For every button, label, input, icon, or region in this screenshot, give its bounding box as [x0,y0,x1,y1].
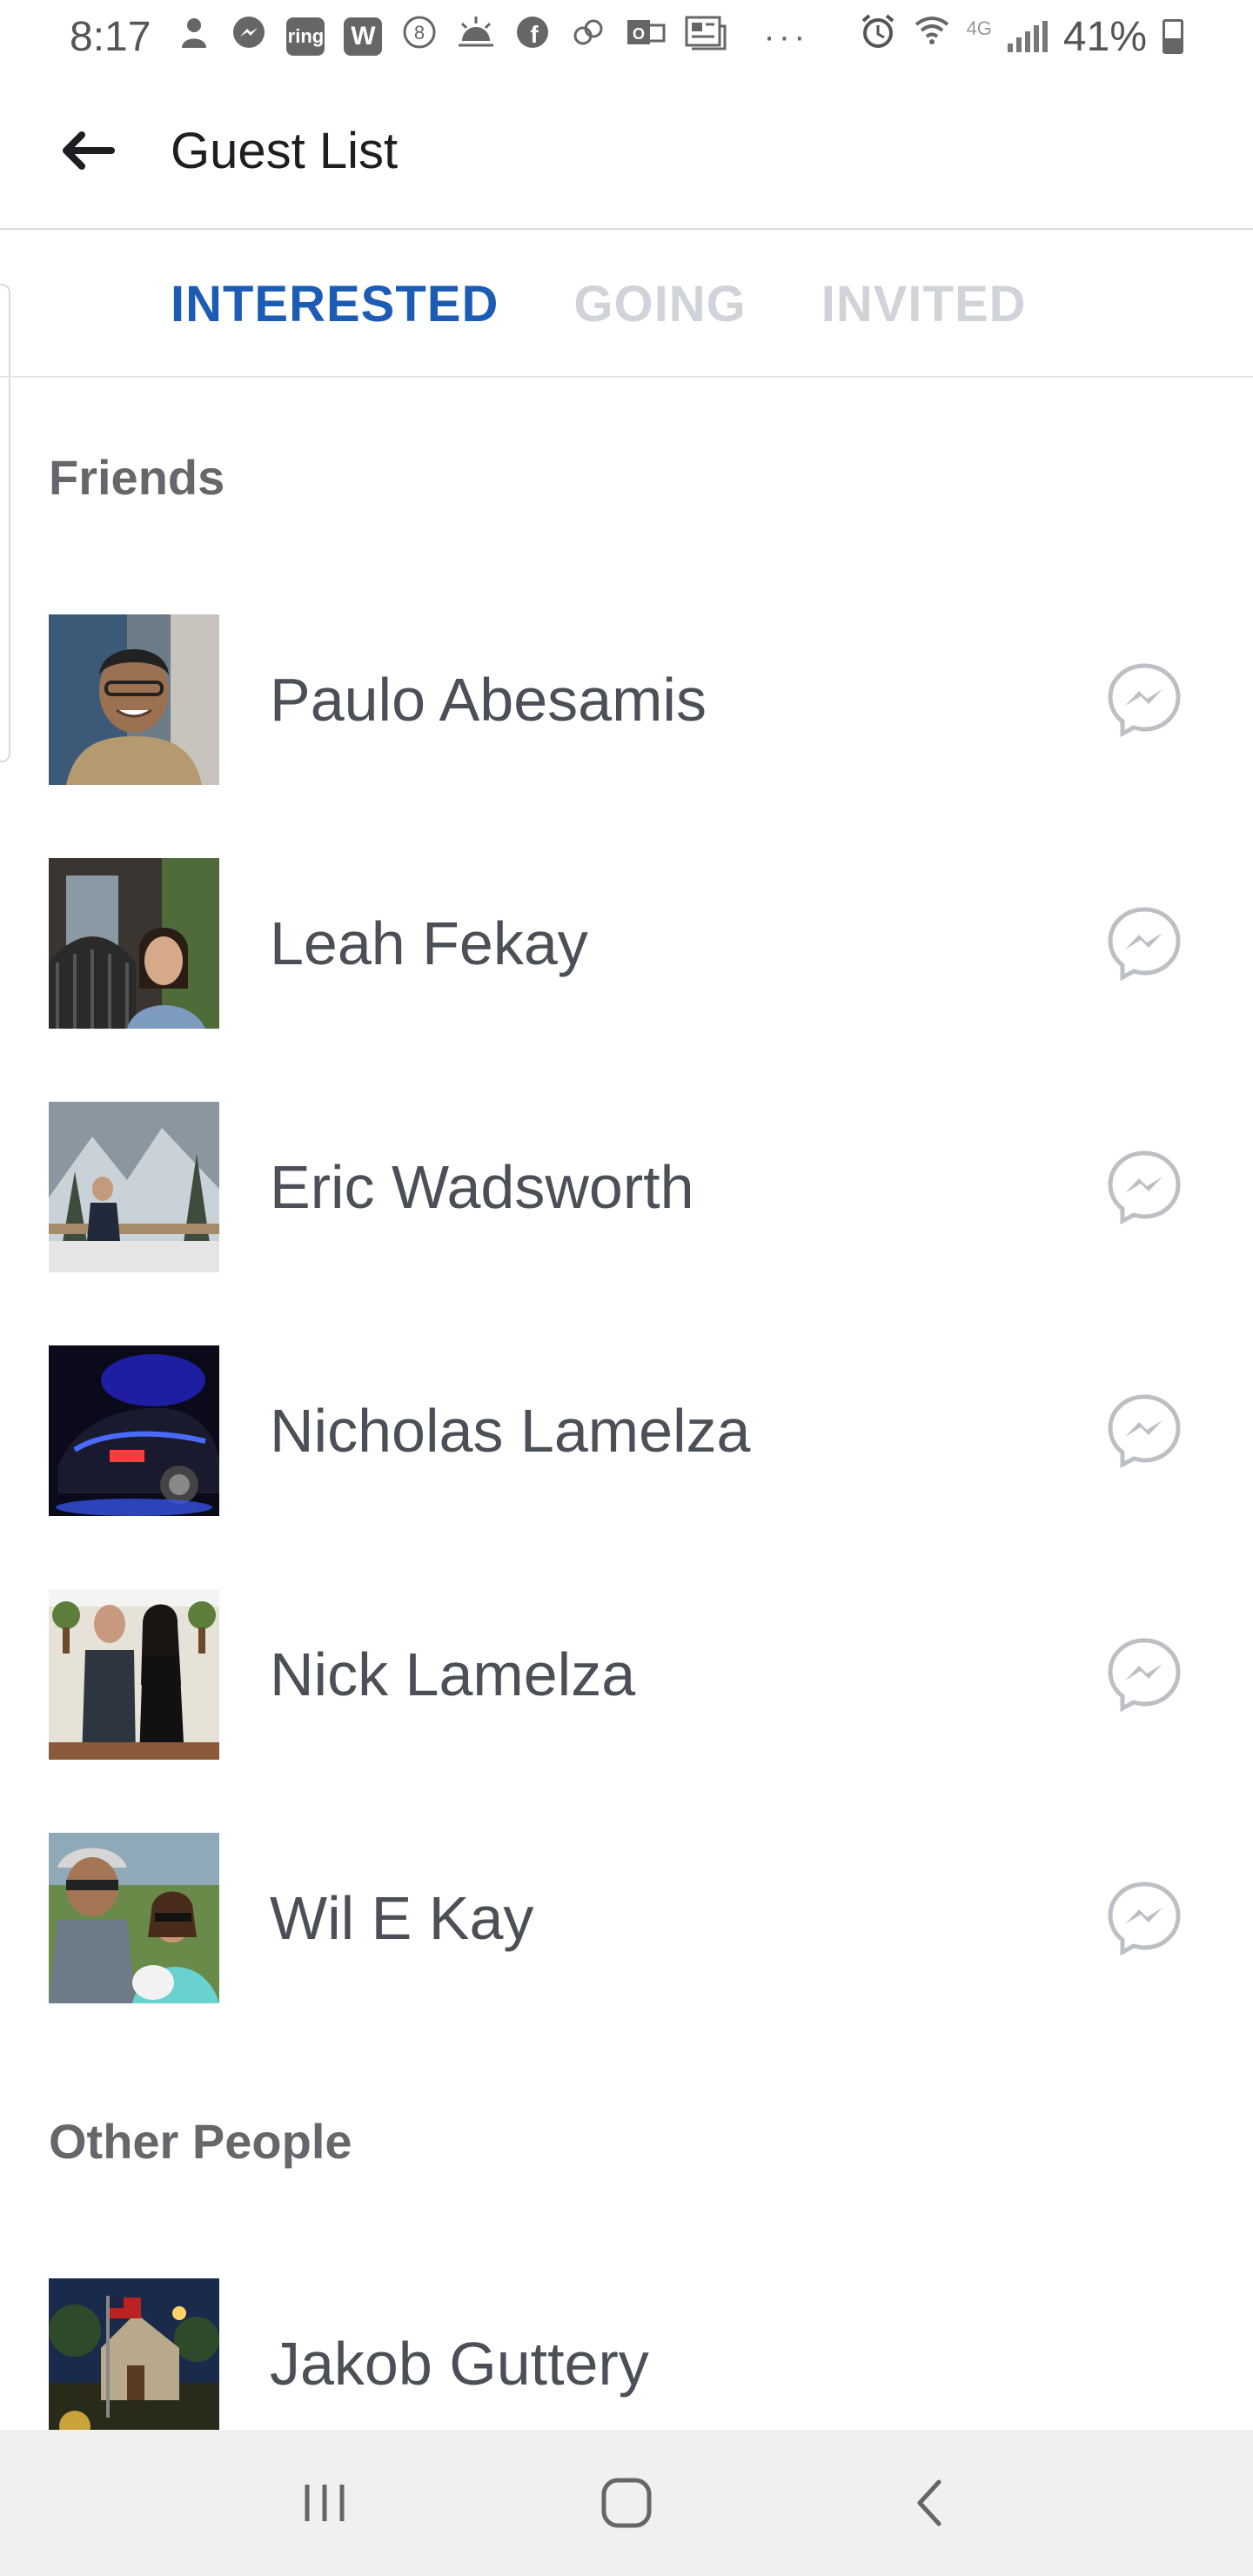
app-bar: Guest List [0,73,1253,230]
page-title: Guest List [171,122,399,179]
svg-text:8: 8 [414,22,425,44]
guest-name: Jakob Guttery [270,2330,649,2398]
battery-percent: 41% [1062,13,1147,60]
guest-row[interactable]: Nick Lamelza [0,1589,1253,1760]
news-icon [685,14,727,59]
guest-name: Paulo Abesamis [270,666,707,734]
guest-name: Nicholas Lamelza [270,1397,751,1465]
status-time: 8:17 [70,13,151,60]
avatar[interactable] [49,2278,219,2449]
messenger-icon[interactable] [1105,1392,1183,1470]
messenger-icon[interactable] [1105,1635,1183,1714]
recent-apps-button[interactable] [272,2451,377,2555]
tab-interested[interactable]: INTERESTED [171,275,499,333]
arrow-left-icon [63,131,115,170]
avatar[interactable] [49,614,219,785]
facebook-icon: f [514,14,551,59]
guest-name: Wil E Kay [270,1884,534,1952]
link-icon [570,14,606,59]
notification-icons: ring W 8 f O ··· [177,14,808,59]
avatar[interactable] [49,858,219,1029]
back-nav-button[interactable] [876,2451,981,2555]
section-header-friends: Friends [49,450,225,505]
guest-name: Eric Wadsworth [270,1153,694,1221]
tab-going[interactable]: GOING [573,275,746,333]
guest-row[interactable]: Jakob Guttery [0,2278,1253,2449]
signal-icon [1007,21,1048,52]
eight-icon: 8 [401,14,438,59]
system-nav-bar [0,2430,1253,2576]
guest-name: Leah Fekay [270,909,588,977]
more-dots-icon: ··· [763,17,809,56]
messenger-icon[interactable] [1105,1879,1183,1957]
section-header-other-people: Other People [49,2114,352,2169]
avatar[interactable] [49,1589,219,1760]
avatar[interactable] [49,1345,219,1516]
tab-invited[interactable]: INVITED [821,275,1027,333]
avatar[interactable] [49,1833,219,2003]
w-app-icon: W [344,17,383,56]
back-button[interactable] [35,98,139,203]
avatar[interactable] [49,1102,219,1272]
outlook-icon: O [626,15,666,58]
battery-icon [1163,19,1183,54]
ring-icon: ring [286,17,325,56]
messenger-icon[interactable] [1105,1148,1183,1226]
svg-text:f: f [531,21,539,48]
guest-tabs: INTERESTED GOING INVITED [0,231,1253,378]
weather-icon [457,15,495,58]
guest-row[interactable]: Nicholas Lamelza [0,1345,1253,1516]
home-button[interactable] [574,2451,679,2555]
profile-icon [177,15,211,58]
messenger-icon [231,14,267,59]
system-status: 4G 41% [859,12,1183,61]
status-bar: 8:17 ring W 8 f O ··· 4G 41% [0,0,1253,73]
messenger-icon[interactable] [1105,661,1183,739]
guest-list-screen: 8:17 ring W 8 f O ··· 4G 41% Guest List … [0,0,1253,2576]
guest-name: Nick Lamelza [270,1640,636,1708]
wifi-icon [913,12,951,61]
messenger-icon[interactable] [1105,904,1183,983]
back-icon [917,2479,941,2526]
alarm-icon [859,12,897,61]
guest-row[interactable]: Eric Wadsworth [0,1102,1253,1272]
svg-text:O: O [633,25,645,43]
recent-apps-icon [305,2485,345,2521]
network-label: 4G [966,17,992,39]
guest-row[interactable]: Wil E Kay [0,1833,1253,2003]
home-icon [601,2478,652,2528]
guest-row[interactable]: Paulo Abesamis [0,614,1253,785]
guest-row[interactable]: Leah Fekay [0,858,1253,1029]
